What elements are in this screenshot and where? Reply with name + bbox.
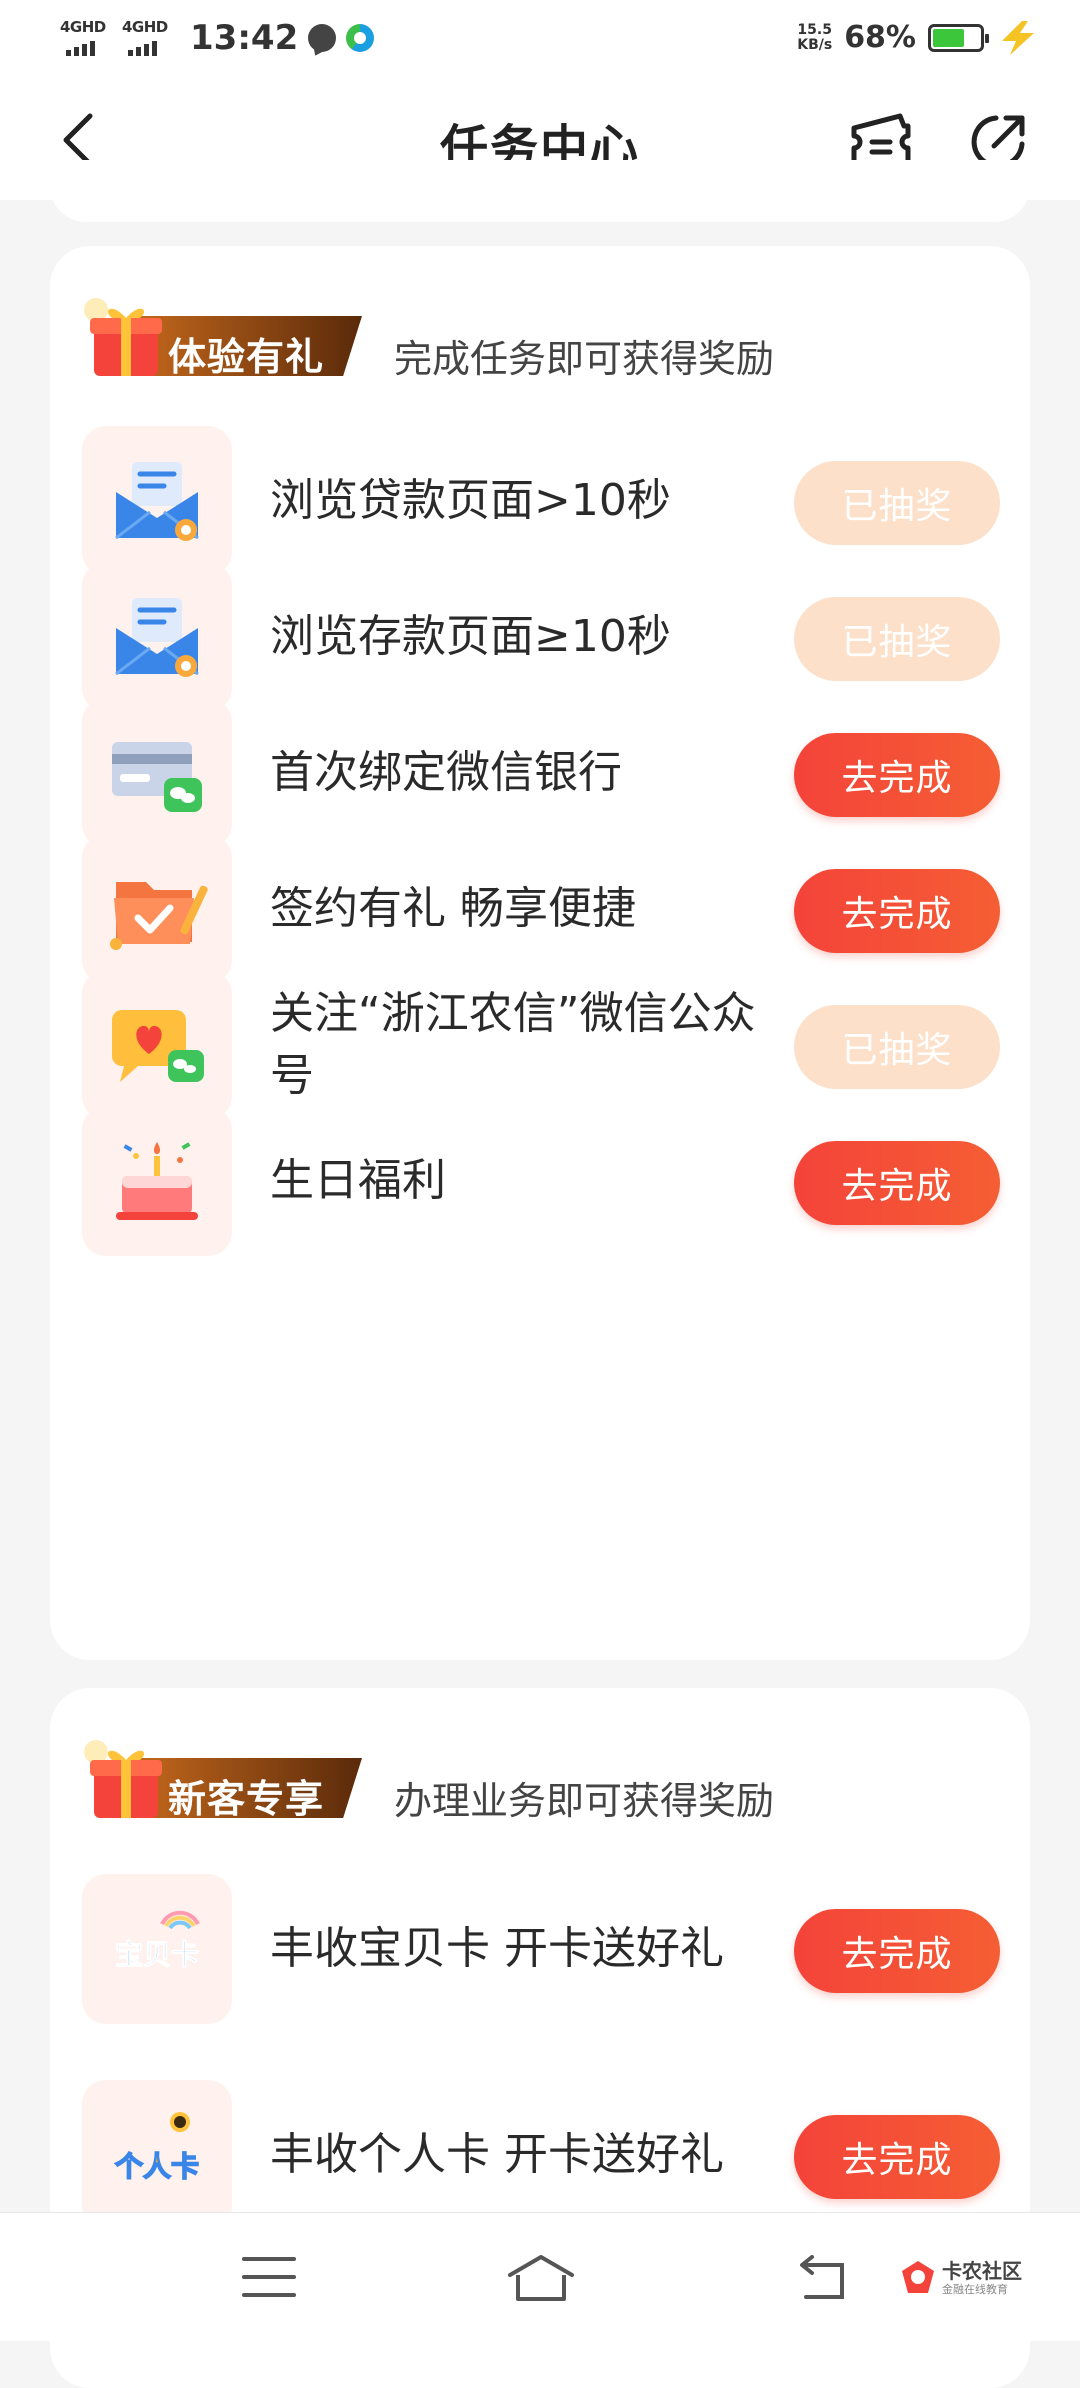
task-row-bind-wechat-bank: 首次绑定微信银行 去完成 (82, 698, 1002, 848)
experience-gift-card: 体验有礼 完成任务即可获得奖励 浏览贷款页面>10秒 已抽奖 浏览存款页面≥10… (50, 246, 1030, 1660)
status-bar: 4GHD 4GHD 13:42 15.5 KB/s 68% (0, 0, 1080, 80)
network-speed: 15.5 KB/s (797, 21, 833, 53)
status-left: 4GHD 4GHD 13:42 (60, 18, 375, 58)
task-icon-tile (82, 698, 232, 848)
folder-check-icon (110, 882, 208, 950)
watermark-text: 卡农社区 (942, 2259, 1022, 2283)
watermark-subtext: 金融在线教育 (942, 2283, 1008, 2296)
personal-card-icon: 个人卡 (114, 2112, 200, 2184)
task-row-follow-wechat: 关注“浙江农信”微信公众号 已抽奖 (82, 970, 1002, 1120)
baby-card-icon-text: 宝贝卡 (115, 1938, 199, 1971)
mail-envelope-icon (115, 598, 199, 677)
task-label: 关注“浙江农信”微信公众号 (270, 988, 756, 1101)
section-subtitle: 办理业务即可获得奖励 (394, 1779, 775, 1823)
baby-card-icon: 宝贝卡 (114, 1910, 200, 1972)
task-label: 签约有礼 畅享便捷 (270, 883, 636, 934)
mail-envelope-icon (115, 462, 199, 541)
section-header: 新客专享 办理业务即可获得奖励 (82, 1738, 982, 1823)
task-icon-tile (82, 426, 232, 576)
section-tag: 新客专享 (168, 1777, 325, 1821)
message-icon (308, 24, 337, 52)
task-row-browse-loan: 浏览贷款页面>10秒 已抽奖 (82, 426, 1002, 576)
task-done-button[interactable]: 已抽奖 (794, 461, 1000, 545)
watermark: 卡农社区 金融在线教育 (898, 2253, 1058, 2303)
task-go-button[interactable]: 去完成 (794, 1909, 1000, 1993)
speed-value: 15.5 (797, 21, 832, 38)
task-icon-tile (82, 1106, 232, 1256)
task-label: 生日福利 (270, 1155, 446, 1206)
speed-unit: KB/s (797, 36, 833, 53)
task-label: 浏览存款页面≥10秒 (270, 611, 671, 662)
battery-icon (928, 23, 989, 52)
personal-card-icon-text: 个人卡 (115, 2150, 199, 2183)
task-go-button[interactable]: 去完成 (794, 1141, 1000, 1225)
network-label: 4GHD (60, 18, 106, 36)
back-nav-icon[interactable] (796, 2255, 852, 2303)
system-nav-bar: 卡农社区 金融在线教育 (0, 2212, 1080, 2341)
watermark-logo-icon (902, 2261, 934, 2293)
task-done-button[interactable]: 已抽奖 (794, 597, 1000, 681)
task-row-personal-card: 个人卡 丰收个人卡 开卡送好礼 去完成 (82, 2080, 1002, 2230)
task-row-baby-card: 宝贝卡 丰收宝贝卡 开卡送好礼 去完成 (82, 1874, 1002, 2024)
network-signal-icon: 4GHD (60, 18, 112, 58)
birthday-cake-icon (116, 1142, 198, 1220)
network-signal-icon-2: 4GHD (122, 18, 174, 58)
heart-chat-icon (112, 1010, 204, 1082)
charging-bolt-icon (1002, 20, 1034, 55)
task-row (82, 290, 1002, 440)
task-label: 丰收宝贝卡 开卡送好礼 (270, 1923, 724, 1974)
task-label: 首次绑定微信银行 (270, 747, 622, 798)
task-row-birthday: 生日福利 去完成 (82, 1106, 1002, 1256)
menu-icon[interactable] (242, 2257, 296, 2299)
task-label: 浏览贷款页面>10秒 (270, 475, 671, 526)
bank-card-wechat-icon (112, 742, 202, 812)
battery-percent: 68% (844, 20, 916, 55)
previous-card-bottom (50, 160, 1030, 222)
task-done-button[interactable]: 已抽奖 (794, 1005, 1000, 1089)
home-icon[interactable] (506, 2253, 576, 2303)
network-label-2: 4GHD (122, 18, 168, 36)
task-go-button[interactable]: 去完成 (794, 869, 1000, 953)
clock: 13:42 (190, 18, 299, 58)
task-row-browse-deposit: 浏览存款页面≥10秒 已抽奖 (82, 562, 1002, 712)
task-go-button[interactable]: 去完成 (794, 2115, 1000, 2199)
task-icon-tile (82, 970, 232, 1120)
task-icon-tile: 宝贝卡 (82, 1874, 232, 2024)
status-right: 15.5 KB/s 68% (797, 20, 1040, 55)
task-icon-tile (82, 834, 232, 984)
task-icon-tile: 个人卡 (82, 2080, 232, 2230)
task-icon-tile (82, 562, 232, 712)
task-row-sign-contract: 签约有礼 畅享便捷 去完成 (82, 834, 1002, 984)
task-go-button[interactable]: 去完成 (794, 733, 1000, 817)
browser-icon (346, 24, 375, 52)
task-label: 丰收个人卡 开卡送好礼 (270, 2129, 724, 2180)
